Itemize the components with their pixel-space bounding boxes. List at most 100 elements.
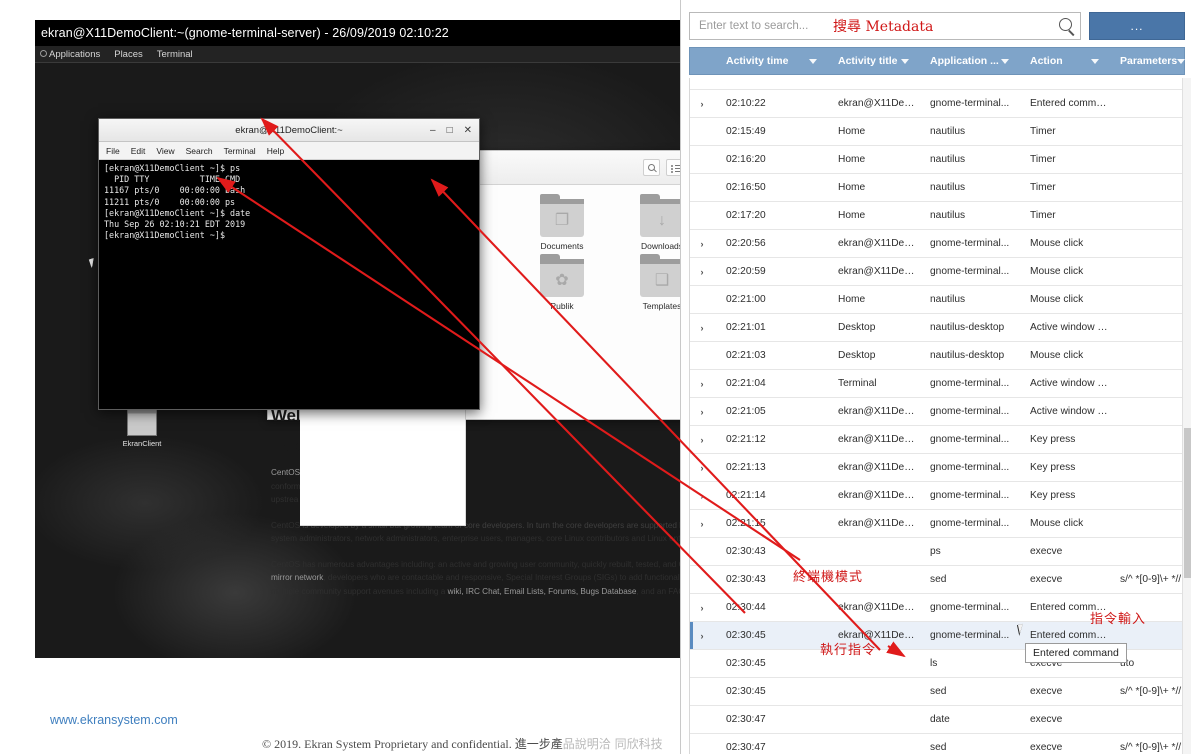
filter-icon[interactable] <box>1001 58 1009 64</box>
ekranclient-app-icon <box>127 408 157 436</box>
table-row[interactable]: › 02:21:12 ekran@X11Dem... gnome-terminal..… <box>690 426 1184 454</box>
desktop-icon-label: EkranClient <box>122 439 162 448</box>
table-row[interactable]: 02:21:03 Desktop nautilus-desktop Mouse cli… <box>690 342 1184 370</box>
cell-app: nautilus <box>930 126 966 137</box>
grid-scrollbar-thumb[interactable] <box>1184 428 1191 578</box>
expand-row-chevron-icon[interactable]: › <box>690 519 714 529</box>
search-icon[interactable] <box>643 159 660 176</box>
cell-title: ekran@X11Dem... <box>838 490 918 501</box>
cell-time: 02:15:49 <box>726 126 766 137</box>
expand-row-chevron-icon[interactable]: › <box>690 631 714 641</box>
terminal-menubar: File Edit View Search Terminal Help <box>99 142 479 160</box>
footer-copyright-text: © 2019. Ekran System Proprietary and con… <box>262 737 512 751</box>
table-row[interactable]: 02:30:43 sed execve s/^ *[0-9]\+ *// <box>690 566 1184 594</box>
gnome-menu-terminal[interactable]: Terminal <box>157 46 193 63</box>
table-row[interactable]: 02:21:00 Home nautilus Mouse click <box>690 286 1184 314</box>
cell-time: 02:21:13 <box>726 462 766 473</box>
cell-action: Entered comma... <box>1030 630 1108 641</box>
expand-row-chevron-icon[interactable]: › <box>690 267 714 277</box>
grid-header-activity-title[interactable]: Activity title <box>826 48 918 74</box>
desktop-icon-ekranclient[interactable]: EkranClient <box>119 408 165 448</box>
cell-time: 02:30:47 <box>726 742 766 753</box>
cell-title: ekran@X11Dem... <box>838 630 918 641</box>
expand-row-chevron-icon[interactable]: › <box>690 603 714 613</box>
grid-header-expand <box>690 48 714 74</box>
terminal-output[interactable]: [ekran@X11DemoClient ~]$ ps PID TTY TIME… <box>99 160 479 409</box>
table-row[interactable]: › 02:21:05 ekran@X11Dem... gnome-terminal..… <box>690 398 1184 426</box>
menu-help[interactable]: Help <box>267 146 284 156</box>
expand-row-chevron-icon[interactable]: › <box>690 323 714 333</box>
minimize-icon[interactable]: – <box>430 119 436 142</box>
table-row[interactable]: 02:30:45 sed execve s/^ *[0-9]\+ *// <box>690 678 1184 706</box>
maximize-icon[interactable]: □ <box>447 119 453 142</box>
gnome-menu-places[interactable]: Places <box>114 46 143 63</box>
more-options-button[interactable]: ... <box>1089 12 1185 40</box>
table-row[interactable]: 02:16:50 Home nautilus Timer <box>690 174 1184 202</box>
menu-terminal[interactable]: Terminal <box>224 146 256 156</box>
cell-title: Desktop <box>838 350 876 361</box>
search-icon[interactable] <box>1059 18 1072 31</box>
filter-icon[interactable] <box>1091 58 1099 64</box>
table-row[interactable]: › 02:21:01 Desktop nautilus-desktop Active w… <box>690 314 1184 342</box>
table-row[interactable]: 02:30:47 date execve <box>690 706 1184 734</box>
expand-row-chevron-icon[interactable]: › <box>690 239 714 249</box>
menu-view[interactable]: View <box>156 146 174 156</box>
search-input[interactable] <box>690 13 1080 39</box>
menu-file[interactable]: File <box>106 146 120 156</box>
filter-icon[interactable] <box>901 58 909 64</box>
cell-time: 02:21:00 <box>726 294 766 305</box>
table-row[interactable]: › 02:21:04 Terminal gnome-terminal... Active… <box>690 370 1184 398</box>
folder-item[interactable]: ✿ Publik <box>512 254 612 311</box>
cell-time: 02:21:12 <box>726 434 766 445</box>
cell-param: s/^ *[0-9]\+ *// <box>1120 686 1182 697</box>
folder-item[interactable]: ❐ Documents <box>512 194 612 251</box>
search-box[interactable] <box>689 12 1081 40</box>
table-row[interactable]: › 02:20:59 ekran@X11Dem... gnome-terminal..… <box>690 258 1184 286</box>
expand-row-chevron-icon[interactable]: › <box>690 435 714 445</box>
table-row[interactable]: › 02:21:13 ekran@X11Dem... gnome-terminal..… <box>690 454 1184 482</box>
folder-item[interactable]: ❑ Templates <box>612 254 680 311</box>
table-row[interactable]: › 02:30:44 ekran@X11Dem... gnome-terminal..… <box>690 594 1184 622</box>
cell-title: Terminal <box>838 378 877 389</box>
table-row[interactable]: 02:15:49 Home nautilus Timer <box>690 118 1184 146</box>
expand-row-chevron-icon[interactable]: › <box>690 379 714 389</box>
cell-action: Mouse click <box>1030 266 1084 277</box>
table-row[interactable]: › 02:21:14 ekran@X11Dem... gnome-terminal..… <box>690 482 1184 510</box>
grid-header-activity-time[interactable]: Activity time <box>714 48 826 74</box>
expand-row-chevron-icon[interactable]: › <box>690 407 714 417</box>
cell-title: ekran@X11Dem... <box>838 434 918 445</box>
cell-action: execve <box>1030 686 1063 697</box>
expand-row-chevron-icon[interactable]: › <box>690 99 714 109</box>
grid-scrollbar[interactable] <box>1182 78 1191 754</box>
gnome-menu-applications[interactable]: Applications <box>40 46 100 63</box>
grid-header-application[interactable]: Application ... <box>918 48 1018 74</box>
filter-icon[interactable] <box>1177 58 1186 64</box>
cell-action: Key press <box>1030 434 1076 445</box>
expand-row-chevron-icon[interactable]: › <box>690 491 714 501</box>
table-row[interactable]: 02:17:20 Home nautilus Timer <box>690 202 1184 230</box>
list-view-icon[interactable] <box>666 159 680 176</box>
footer-url[interactable]: www.ekransystem.com <box>50 713 178 727</box>
table-row[interactable]: › 02:20:56 ekran@X11Dem... gnome-terminal..… <box>690 230 1184 258</box>
grid-header-parameters[interactable]: Parameters <box>1108 48 1191 74</box>
cell-time: 02:30:47 <box>726 714 766 725</box>
cell-time: 02:16:20 <box>726 154 766 165</box>
menu-edit[interactable]: Edit <box>131 146 146 156</box>
cell-app: gnome-terminal... <box>930 518 1010 529</box>
table-row[interactable]: › 02:21:15 ekran@X11Dem... gnome-terminal..… <box>690 510 1184 538</box>
cell-title: ekran@X11Dem... <box>838 518 918 529</box>
grid-header: Activity time Activity title Application… <box>689 47 1186 75</box>
close-icon[interactable]: ✕ <box>464 119 472 142</box>
table-row[interactable]: 02:16:20 Home nautilus Timer <box>690 146 1184 174</box>
grid-header-action[interactable]: Action <box>1018 48 1108 74</box>
filter-icon[interactable] <box>809 58 817 64</box>
menu-search[interactable]: Search <box>186 146 213 156</box>
table-row[interactable]: 02:30:47 sed execve s/^ *[0-9]\+ *// <box>690 734 1184 754</box>
cell-title: ekran@X11Dem... <box>838 406 918 417</box>
expand-row-chevron-icon[interactable]: › <box>690 463 714 473</box>
table-row[interactable]: › 02:10:22 ekran@X11Dem... gnome-terminal..… <box>690 90 1184 118</box>
table-row[interactable]: 02:30:43 ps execve <box>690 538 1184 566</box>
cell-app: gnome-terminal... <box>930 406 1010 417</box>
gnome-terminal-window[interactable]: ekran@X11DemoClient:~ – □ ✕ File Edit Vi… <box>98 118 480 410</box>
folder-item[interactable]: ↓ Downloads <box>612 194 680 251</box>
